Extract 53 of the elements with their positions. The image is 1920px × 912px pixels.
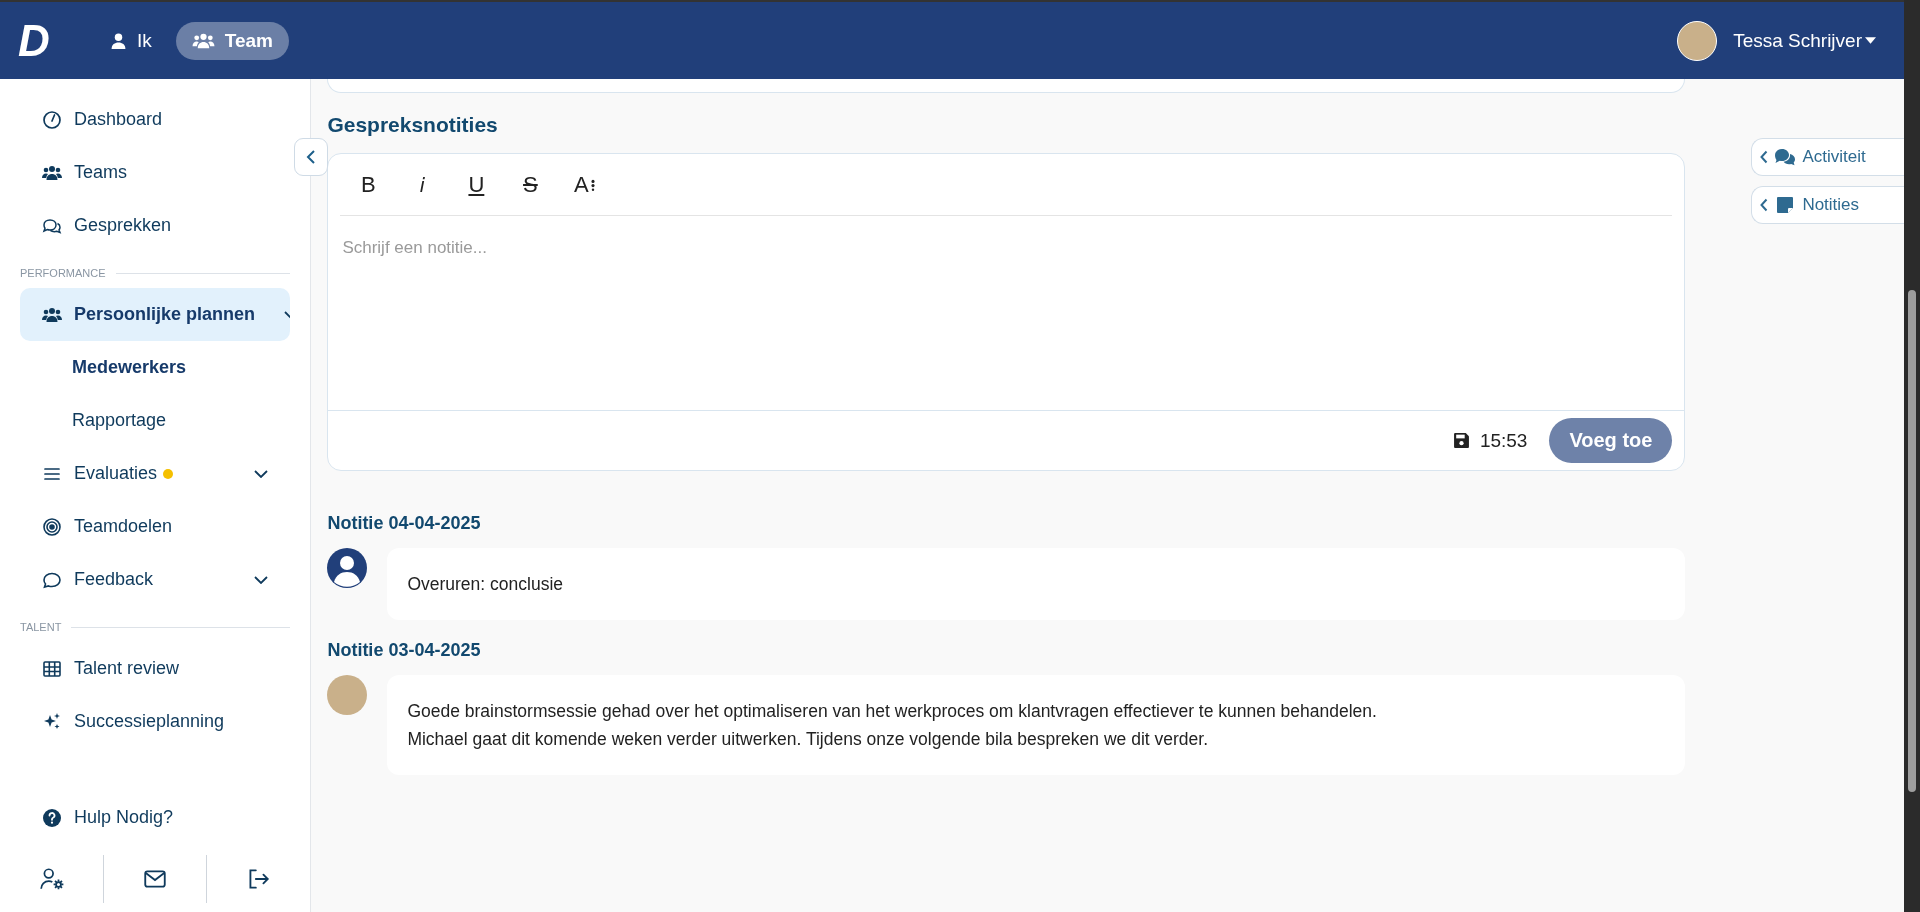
sidebar-item[interactable]: Talent review xyxy=(20,642,291,695)
sidebar-item[interactable]: Teams xyxy=(20,146,291,199)
sidebar-item[interactable]: Dashboard xyxy=(20,93,291,146)
note-text: Goede brainstormsessie gehad over het optimaliseren van het werkproces om klantvragen effectiever te kunnen behandelen. Michael gaat dit komende weken verder uitwerken. Tijdens onze volgende bila bespreken we dit verder. xyxy=(407,700,1378,751)
nav-tab[interactable]: Ik xyxy=(94,21,168,60)
note-editor[interactable]: B i U S A Schrijf een notitie... 15:53 Voeg toe xyxy=(327,153,1686,471)
sidebar-subitem[interactable]: Medewerkers xyxy=(20,341,291,394)
chevron-icon[interactable] xyxy=(254,469,269,478)
saved-time: 15:53 xyxy=(1479,429,1528,452)
add-button[interactable]: Voeg toe xyxy=(1549,418,1673,463)
caret-icon[interactable] xyxy=(1865,37,1876,44)
scrollbar[interactable] xyxy=(1904,0,1920,912)
chevron-icon[interactable] xyxy=(254,575,269,584)
bold-button[interactable]: B xyxy=(350,166,387,203)
collapse-button[interactable] xyxy=(294,138,329,176)
chevron-left-icon xyxy=(306,149,317,165)
sidebar-item[interactable]: Evaluaties xyxy=(20,447,291,500)
sidebar-item[interactable]: Gesprekken xyxy=(20,199,291,252)
dots-icon xyxy=(590,178,595,191)
sidebar-item[interactable]: Feedback xyxy=(20,553,291,606)
save-icon xyxy=(1452,432,1470,449)
note-text: Overuren: conclusie xyxy=(407,573,565,596)
section-label: TALENT xyxy=(20,621,62,633)
help-icon xyxy=(42,807,62,828)
strike-button[interactable]: S xyxy=(512,166,549,203)
logo[interactable]: D xyxy=(18,15,62,66)
avatar-photo-placeholder xyxy=(327,675,368,715)
user-settings-icon[interactable] xyxy=(39,866,66,892)
sidebar-subitem[interactable]: Rapportage xyxy=(20,394,291,447)
gauge-icon xyxy=(42,109,62,130)
underline-button[interactable]: U xyxy=(458,166,495,203)
italic-button[interactable]: i xyxy=(404,166,441,203)
sidebar-item[interactable]: Teamdoelen xyxy=(20,500,291,553)
user-icon xyxy=(110,31,127,50)
chevron-left-icon xyxy=(1760,198,1769,212)
note-title: Notitie 04-04-2025 xyxy=(327,513,482,534)
target-icon xyxy=(42,516,62,537)
avatar-silhouette-icon xyxy=(327,548,368,588)
users-icon xyxy=(191,31,215,50)
help-link[interactable]: Hulp Nodig? xyxy=(20,791,291,844)
side-panel-tab[interactable]: Activiteit xyxy=(1751,138,1905,176)
side-panel-tab[interactable]: Notities xyxy=(1751,186,1905,224)
size-button[interactable]: A xyxy=(566,166,603,203)
note-title: Notitie 03-04-2025 xyxy=(327,640,482,661)
sidebar-item[interactable]: Successieplanning xyxy=(20,695,291,748)
user-menu[interactable]: Tessa Schrijver xyxy=(1733,29,1862,52)
chevron-left-icon xyxy=(1760,150,1769,164)
chat-bubbles-icon xyxy=(1774,148,1797,166)
sidebar-item[interactable]: Persoonlijke plannen xyxy=(20,288,291,341)
section-title: Gespreksnotities xyxy=(327,113,499,137)
grid-icon xyxy=(42,658,62,679)
nav-tab[interactable]: Team xyxy=(175,21,289,60)
section-label: PERFORMANCE xyxy=(20,267,106,279)
